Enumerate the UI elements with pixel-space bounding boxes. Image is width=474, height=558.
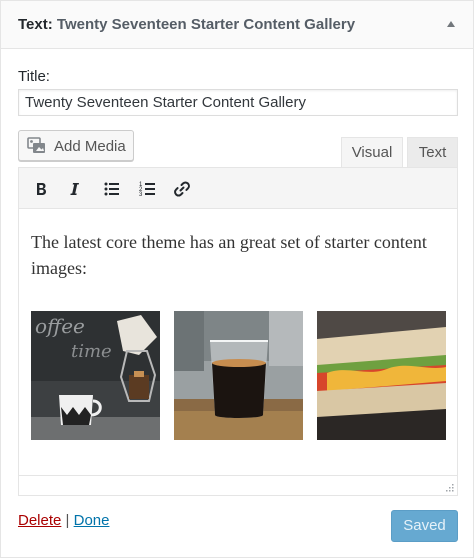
coffee-chalkboard-image: offee time xyxy=(31,311,160,440)
text-widget: Text: Twenty Seventeen Starter Content G… xyxy=(0,0,474,558)
tab-text[interactable]: Text xyxy=(407,137,458,168)
svg-text:3: 3 xyxy=(139,192,143,198)
title-label: Title: xyxy=(18,68,50,85)
widget-header[interactable]: Text: Twenty Seventeen Starter Content G… xyxy=(1,1,473,49)
content-paragraph: The latest core theme has an great set o… xyxy=(31,232,427,278)
bold-icon[interactable] xyxy=(30,178,52,200)
media-icon xyxy=(27,137,45,153)
widget-title: Text: Twenty Seventeen Starter Content G… xyxy=(18,16,355,33)
tab-visual[interactable]: Visual xyxy=(341,137,403,168)
saved-button[interactable]: Saved xyxy=(391,510,458,542)
widget-in-title: Twenty Seventeen Starter Content Gallery xyxy=(56,16,356,33)
delete-link[interactable]: Delete xyxy=(18,512,61,529)
action-separator: | xyxy=(65,512,70,529)
numbered-list-icon[interactable]: 1 2 3 xyxy=(137,178,159,200)
title-input[interactable] xyxy=(18,89,458,116)
editor-area: 1 2 3 The latest core theme has an great… xyxy=(18,167,458,496)
italic-icon[interactable] xyxy=(64,178,86,200)
widget-actions: Delete | Done xyxy=(18,512,109,529)
link-icon[interactable] xyxy=(171,178,193,200)
svg-text:time: time xyxy=(71,341,112,362)
add-media-label: Add Media xyxy=(54,138,126,155)
sandwich-image xyxy=(317,311,446,440)
add-media-button[interactable]: Add Media xyxy=(18,130,134,161)
editor-toolbar: 1 2 3 xyxy=(19,168,457,209)
editor-status-bar xyxy=(19,475,457,495)
triangle-up-icon[interactable] xyxy=(445,18,457,30)
bulleted-list-icon[interactable] xyxy=(101,178,123,200)
resize-handle-icon[interactable] xyxy=(444,482,454,492)
espresso-glass-image xyxy=(174,311,303,440)
widget-type-label: Text: xyxy=(18,16,53,33)
editor-content[interactable]: The latest core theme has an great set o… xyxy=(19,209,457,475)
svg-text:offee: offee xyxy=(35,314,85,338)
done-link[interactable]: Done xyxy=(74,512,110,529)
